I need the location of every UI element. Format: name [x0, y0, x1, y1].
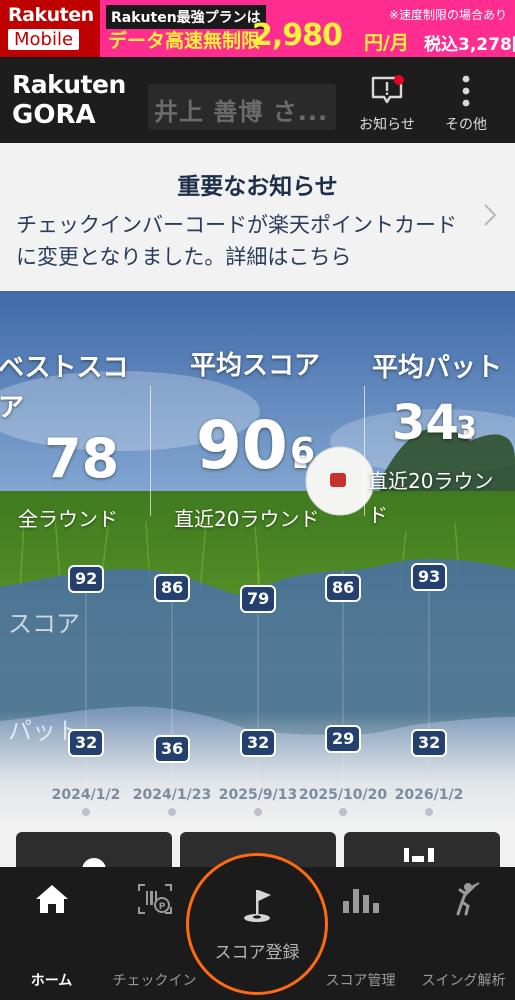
- average-putt-value-dec: 3: [456, 411, 477, 446]
- rakuten-mobile-logo: Rakuten Mobile: [0, 0, 100, 57]
- chart-point-marker[interactable]: [425, 808, 433, 816]
- putt-value-bubble: 29: [325, 724, 362, 753]
- brand-line2: GORA: [12, 100, 96, 130]
- chevron-right-icon: [483, 203, 497, 231]
- ad-headline: データ高速無制限: [108, 30, 261, 52]
- notification-badge: [394, 75, 404, 85]
- chart-point-marker[interactable]: [339, 808, 347, 816]
- ad-price: 2,980: [252, 18, 343, 53]
- more-button[interactable]: その他: [431, 72, 501, 138]
- ad-banner[interactable]: Rakuten Mobile Rakuten最強プランは ※速度制限の場合あり …: [0, 0, 515, 57]
- average-score-sub: 直近20ラウンド: [174, 507, 320, 531]
- important-notice[interactable]: 重要なお知らせ チェックインバーコードが楽天ポイントカードに変更となりました。詳…: [0, 143, 515, 291]
- notification-icon: [352, 72, 422, 110]
- score-value-bubble: 79: [240, 585, 277, 613]
- nav-swing-label: スイング解析: [421, 973, 506, 989]
- golf-flag-icon: [189, 886, 325, 926]
- ad-note: ※速度制限の場合あり: [388, 8, 507, 22]
- score-value-bubble: 92: [68, 564, 105, 593]
- average-putt-sub: 直近20ラウン: [368, 469, 494, 493]
- user-name[interactable]: 井上 善博 さ...: [148, 84, 336, 130]
- putt-value-bubble: 32: [240, 729, 277, 757]
- score-value-bubble: 86: [154, 574, 191, 603]
- ad-unit: 円/月: [364, 32, 409, 54]
- golfer-swing-icon: [412, 881, 515, 917]
- average-putt-title: 平均パット: [372, 353, 503, 383]
- ad-logo-line2: Mobile: [8, 29, 80, 50]
- score-summary: ベストスコ ア 78 全ラウンド 平均スコア 90. 6 直近20ラウンド 平均…: [0, 291, 515, 832]
- stat-divider: [364, 386, 365, 516]
- chart-date-label: 2024/1/23: [132, 787, 212, 803]
- chart-point-marker[interactable]: [82, 808, 90, 816]
- notifications-button[interactable]: お知らせ: [352, 72, 422, 138]
- quick-card[interactable]: [344, 832, 500, 872]
- nav-home[interactable]: ホーム: [0, 867, 103, 1000]
- nav-home-label: ホーム: [30, 973, 73, 989]
- svg-text:P: P: [158, 902, 165, 912]
- putt-value-bubble: 36: [154, 735, 191, 763]
- more-vertical-icon: [431, 72, 501, 110]
- brand-line1: Rakuten: [12, 70, 126, 99]
- stat-divider: [150, 386, 151, 516]
- average-score-value-dec: 6: [290, 431, 316, 472]
- nav-swing[interactable]: スイング解析: [412, 867, 515, 1000]
- notice-title: 重要なお知らせ: [177, 174, 338, 200]
- putt-value-bubble: 32: [411, 729, 448, 757]
- chart-date-label: 2025/10/20: [298, 787, 388, 803]
- best-score-title-wrap: ア: [0, 393, 25, 423]
- nav-checkin-label: チェックイン: [112, 973, 197, 989]
- score-entry-button[interactable]: スコア登録: [186, 853, 328, 995]
- notifications-label: お知らせ: [359, 117, 415, 133]
- putt-value-bubble: 32: [68, 729, 105, 757]
- average-score-title: 平均スコア: [190, 351, 321, 381]
- nav-score-manage-label: スコア管理: [325, 973, 396, 989]
- score-value-bubble: 86: [325, 574, 362, 603]
- chart-date-label: 2025/9/13: [218, 787, 298, 803]
- chart-point-marker[interactable]: [168, 808, 176, 816]
- quick-card[interactable]: [16, 832, 172, 882]
- ad-tax: 税込3,278円: [424, 35, 515, 55]
- best-score-sub: 全ラウンド: [18, 507, 118, 531]
- notice-body: チェックインバーコードが楽天ポイントカードに変更となりました。詳細はこちら: [16, 213, 457, 269]
- more-label: その他: [445, 117, 487, 133]
- score-axis-label: スコア: [8, 610, 80, 638]
- score-value-bubble: 93: [411, 563, 448, 592]
- ad-logo-line1: Rakuten: [8, 4, 94, 26]
- chart-date-label: 2024/1/2: [51, 787, 121, 803]
- chart-date-label: 2026/1/2: [394, 787, 464, 803]
- chart-point-marker[interactable]: [254, 808, 262, 816]
- rakuten-gora-logo[interactable]: Rakuten GORA: [12, 70, 126, 130]
- average-putt-sub-wrap: ド: [368, 503, 388, 527]
- best-score-value: 78: [44, 427, 120, 490]
- home-icon: [0, 881, 103, 917]
- score-entry-label: スコア登録: [214, 943, 300, 963]
- ad-body[interactable]: Rakuten最強プランは ※速度制限の場合あり データ高速無制限 2,980 …: [100, 0, 515, 57]
- best-score-title: ベストスコ: [0, 353, 129, 383]
- app-header: Rakuten GORA 井上 善博 さ... お知らせ その他: [0, 57, 515, 143]
